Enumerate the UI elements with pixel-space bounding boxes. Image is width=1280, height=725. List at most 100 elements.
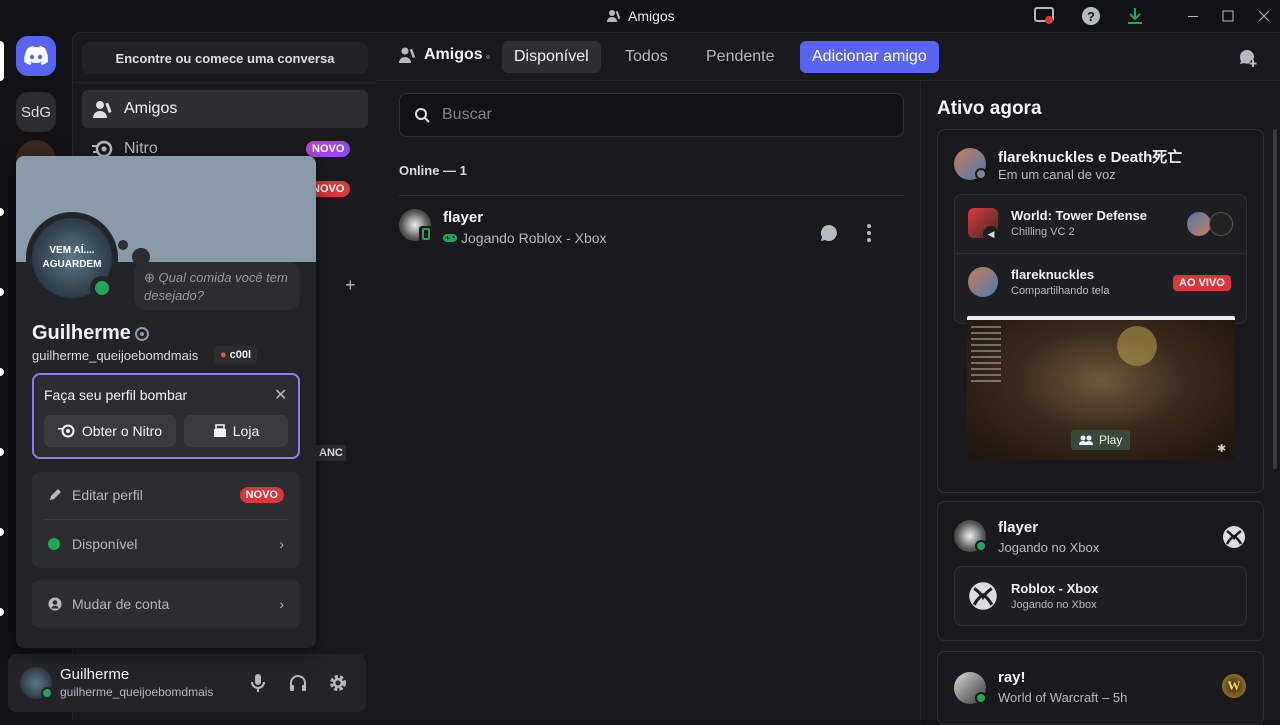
- unread-indicator: [0, 608, 4, 616]
- inbox-screen-icon[interactable]: [1034, 6, 1054, 26]
- card-title: flayer: [998, 519, 1039, 536]
- sidebar-item-friends[interactable]: Amigos: [82, 90, 368, 128]
- new-badge: NOVO: [239, 487, 284, 503]
- settings-gear-icon[interactable]: ✱: [1217, 442, 1226, 455]
- guild-tag[interactable]: ● c00l: [214, 346, 258, 364]
- close-icon[interactable]: [1254, 6, 1274, 26]
- online-status-dot: [48, 538, 60, 550]
- online-status-dot: [975, 540, 987, 552]
- game-card: Roblox - Xbox Jogando no Xbox: [954, 566, 1247, 626]
- profile-username: guilherme_queijoebomdmais: [32, 348, 199, 363]
- close-promo-icon[interactable]: ✕: [274, 385, 287, 405]
- divider: [44, 519, 288, 520]
- promo-title: Faça seu perfil bombar: [44, 387, 188, 403]
- chevron-right-icon: ›: [279, 596, 284, 612]
- member-avatar: [1209, 212, 1233, 236]
- users-icon: [1079, 435, 1093, 445]
- friends-search-input[interactable]: Buscar: [399, 93, 904, 137]
- settings-gear-icon[interactable]: [328, 673, 348, 698]
- card-subtitle: Em um canal de voz: [998, 167, 1116, 182]
- switch-account-row[interactable]: Mudar de conta ›: [32, 581, 300, 627]
- active-now-title: Ativo agora: [937, 98, 1042, 119]
- active-card-xbox[interactable]: flayer Jogando no Xbox Roblox - Xbox Jog…: [937, 501, 1264, 641]
- friends-icon: [93, 101, 112, 118]
- chat-bubble-icon: [820, 224, 837, 241]
- gamepad-icon: [443, 234, 457, 242]
- unread-indicator: [0, 368, 4, 376]
- search-icon: [415, 108, 430, 123]
- add-friend-button[interactable]: Adicionar amigo: [800, 41, 939, 73]
- new-group-dm-icon[interactable]: [1238, 48, 1258, 73]
- bubble-tail: [118, 240, 128, 250]
- scrollbar[interactable]: [1273, 129, 1277, 469]
- microphone-icon[interactable]: [248, 673, 268, 698]
- direct-messages-button[interactable]: [16, 36, 56, 76]
- window-title: Amigos: [606, 8, 675, 24]
- message-button[interactable]: [811, 215, 847, 251]
- warcraft-icon: W: [1222, 674, 1246, 698]
- nitro-status-icon: [134, 326, 150, 347]
- stream-preview[interactable]: Play ✱: [967, 316, 1235, 460]
- status-row[interactable]: Disponível ›: [32, 521, 300, 567]
- profile-actions-card: Editar perfil NOVO Disponível ›: [32, 472, 300, 568]
- card-subtitle: World of Warcraft – 5h: [998, 690, 1128, 705]
- separator-dot: [486, 55, 490, 59]
- card-subtitle: Jogando no Xbox: [998, 540, 1100, 555]
- custom-status-bubble[interactable]: ⊕ Qual comida você tem desejado?: [134, 262, 300, 310]
- nitro-promo-card: Faça seu perfil bombar ✕ Obter o Nitro L…: [32, 373, 300, 459]
- shop-icon: [213, 424, 226, 437]
- friend-row[interactable]: flayer Jogando Roblox - Xbox: [399, 198, 904, 260]
- voice-channel-sub: Chilling VC 2: [1011, 226, 1075, 238]
- divider: [955, 253, 1246, 254]
- pencil-icon: [50, 489, 61, 500]
- add-dm-icon[interactable]: +: [345, 275, 356, 296]
- online-status-dot: [975, 692, 987, 704]
- shop-button[interactable]: Loja: [184, 415, 288, 447]
- page-title: Amigos: [398, 46, 483, 64]
- voice-channel-card: ◀ World: Tower Defense Chilling VC 2 fla…: [954, 194, 1247, 324]
- more-options-button[interactable]: [851, 215, 887, 251]
- server-sdg[interactable]: SdG: [16, 92, 56, 132]
- online-status-dot: [90, 276, 114, 300]
- unread-indicator: [0, 448, 4, 456]
- nitro-icon: [57, 424, 75, 438]
- unread-indicator: [0, 528, 4, 536]
- user-username: guilherme_queijoebomdmais: [60, 685, 214, 699]
- get-nitro-button[interactable]: Obter o Nitro: [44, 415, 176, 447]
- tab-pending[interactable]: Pendente: [694, 41, 787, 73]
- help-icon[interactable]: ?: [1081, 6, 1101, 26]
- xbox-icon: [968, 581, 998, 616]
- online-count-header: Online — 1: [399, 163, 467, 178]
- maximize-icon[interactable]: [1218, 6, 1238, 26]
- active-now-panel: Ativo agora flareknuckles e Death死亡 Em u…: [920, 81, 1280, 725]
- friend-name: flayer: [443, 209, 484, 226]
- active-card-game[interactable]: ray! World of Warcraft – 5h W: [937, 651, 1264, 725]
- tab-available[interactable]: Disponível: [502, 41, 601, 73]
- card-title: ray!: [998, 669, 1026, 686]
- find-conversation-button[interactable]: Encontre ou comece uma conversa: [82, 42, 368, 74]
- online-status-dot: [41, 687, 53, 699]
- new-badge: NOVO: [306, 141, 351, 157]
- headphones-icon[interactable]: [288, 673, 308, 698]
- voice-channel-name: World: Tower Defense: [1011, 208, 1148, 223]
- card-title: flareknuckles e Death死亡: [998, 149, 1183, 166]
- profile-popout: VEM AÍ.... AGUARDEM ⊕ Qual comida você t…: [16, 156, 316, 648]
- minimize-icon[interactable]: [1183, 6, 1203, 26]
- unread-indicator: [0, 288, 4, 296]
- switch-account-card: Mudar de conta ›: [32, 580, 300, 628]
- game-name: Roblox - Xbox: [1011, 581, 1099, 596]
- streamer-avatar: [968, 267, 998, 297]
- play-button[interactable]: Play: [1071, 430, 1131, 450]
- edit-profile-row[interactable]: Editar perfil NOVO: [32, 472, 300, 518]
- idle-status-dot: [975, 168, 987, 180]
- unread-indicator: [0, 208, 4, 216]
- active-card-voice[interactable]: flareknuckles e Death死亡 Em um canal de v…: [937, 129, 1264, 493]
- user-panel: Guilherme guilherme_queijoebomdmais: [8, 654, 366, 712]
- partial-label: ANC: [316, 445, 346, 461]
- user-display-name[interactable]: Guilherme: [60, 666, 129, 683]
- download-icon[interactable]: [1125, 6, 1145, 26]
- tab-all[interactable]: Todos: [613, 41, 680, 73]
- selected-indicator: [0, 41, 4, 81]
- divider: [73, 82, 375, 83]
- fire-icon: ●: [220, 349, 227, 361]
